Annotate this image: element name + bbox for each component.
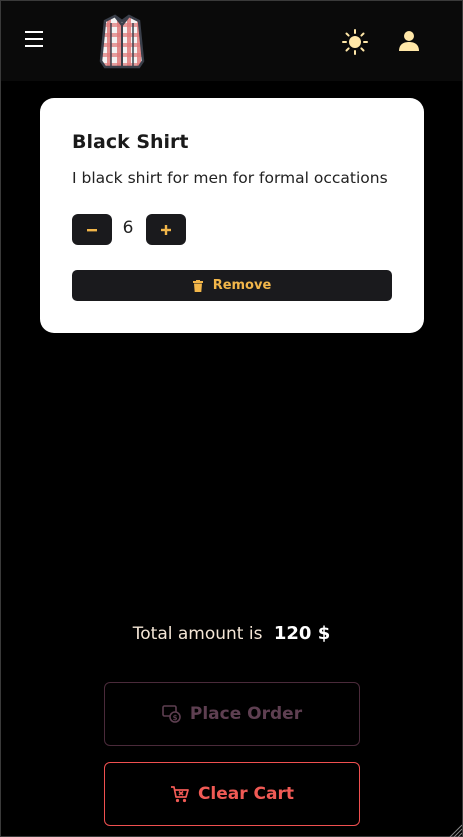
clear-cart-button[interactable]: Clear Cart	[104, 762, 360, 826]
svg-text:$: $	[172, 714, 177, 722]
item-title: Black Shirt	[72, 131, 189, 153]
plus-icon	[161, 224, 171, 235]
decrease-quantity-button[interactable]	[72, 214, 112, 245]
cart-item-card: Black Shirt I black shirt for men for fo…	[40, 98, 424, 333]
resize-grip-icon[interactable]	[448, 822, 463, 837]
trash-icon	[192, 279, 203, 292]
clear-cart-label: Clear Cart	[197, 784, 295, 804]
quantity-value: 6	[122, 218, 134, 238]
navbar	[1, 1, 462, 81]
hamburger-menu-icon[interactable]	[25, 31, 45, 51]
cart-remove-icon	[170, 786, 189, 803]
money-check-icon: $	[162, 705, 181, 723]
total-label: Total amount is	[132, 624, 263, 644]
remove-label: Remove	[212, 278, 272, 293]
user-icon[interactable]	[397, 29, 421, 53]
increase-quantity-button[interactable]	[146, 214, 186, 245]
sun-icon[interactable]	[341, 28, 369, 56]
place-order-label: Place Order	[189, 704, 303, 724]
app-frame: Black Shirt I black shirt for men for fo…	[0, 0, 463, 837]
total-value: 120 $	[273, 623, 331, 644]
minus-icon	[87, 228, 97, 231]
remove-button[interactable]: Remove	[72, 270, 392, 301]
item-description: I black shirt for men for formal occatio…	[72, 169, 388, 187]
place-order-button[interactable]: $ Place Order	[104, 682, 360, 746]
plaid-shirt-logo-icon[interactable]	[97, 13, 147, 71]
total-amount: Total amount is 120 $	[1, 623, 462, 644]
